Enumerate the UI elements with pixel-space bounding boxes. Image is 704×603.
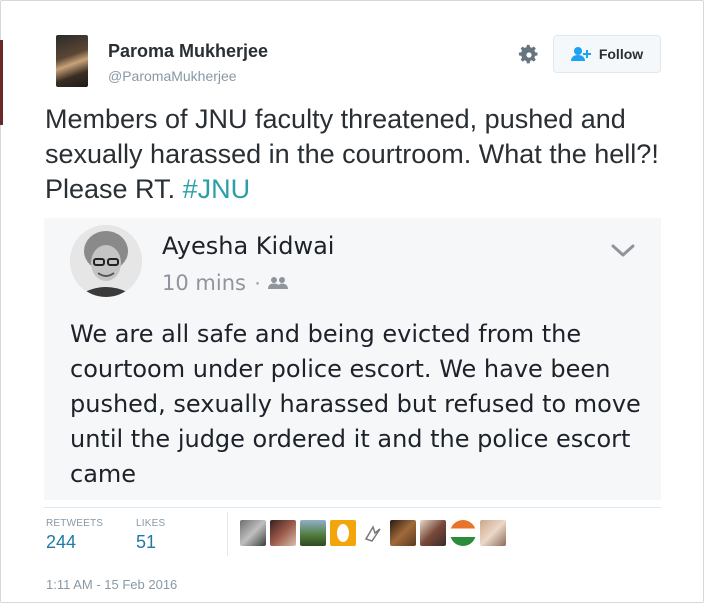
retweets-label[interactable]: RETWEETS xyxy=(46,518,103,529)
follow-label: Follow xyxy=(598,46,644,62)
liker-avatar[interactable] xyxy=(270,520,296,546)
embedded-author-avatar xyxy=(70,225,142,297)
likes-label[interactable]: LIKES xyxy=(136,518,165,529)
liker-avatar[interactable] xyxy=(330,520,356,546)
user-handle[interactable]: @ParomaMukherjee xyxy=(108,68,237,84)
tweet-timestamp[interactable]: 1:11 AM - 15 Feb 2016 xyxy=(46,577,177,592)
friends-icon xyxy=(268,276,288,295)
tweet-text: Members of JNU faculty threatened, pushe… xyxy=(45,102,665,207)
liker-avatar[interactable] xyxy=(390,520,416,546)
user-avatar[interactable] xyxy=(56,35,88,87)
hashtag-link[interactable]: #JNU xyxy=(183,174,251,204)
stats-divider-top xyxy=(44,507,661,508)
gear-icon[interactable] xyxy=(517,43,541,67)
add-user-icon xyxy=(570,47,591,61)
liker-avatar[interactable] xyxy=(360,520,386,546)
retweets-count[interactable]: 244 xyxy=(46,532,76,553)
follow-button[interactable]: Follow xyxy=(553,35,661,73)
liker-avatar[interactable] xyxy=(420,520,446,546)
tweet-body: Members of JNU faculty threatened, pushe… xyxy=(45,104,659,204)
liker-avatar[interactable] xyxy=(240,520,266,546)
stats-separator xyxy=(227,512,228,556)
likes-count[interactable]: 51 xyxy=(136,532,156,553)
embedded-author-name: Ayesha Kidwai xyxy=(162,232,335,260)
embedded-post-time: 10 mins xyxy=(162,271,246,295)
likers-avatar-row xyxy=(240,520,506,546)
user-display-name[interactable]: Paroma Mukherjee xyxy=(108,41,268,62)
liker-avatar[interactable] xyxy=(450,520,476,546)
embedded-dot-separator: · xyxy=(254,271,261,294)
chevron-down-icon[interactable] xyxy=(610,242,636,265)
background-strip xyxy=(0,40,3,125)
liker-avatar[interactable] xyxy=(480,520,506,546)
embedded-post-text: We are all safe and being evicted from t… xyxy=(70,320,641,488)
liker-avatar[interactable] xyxy=(300,520,326,546)
